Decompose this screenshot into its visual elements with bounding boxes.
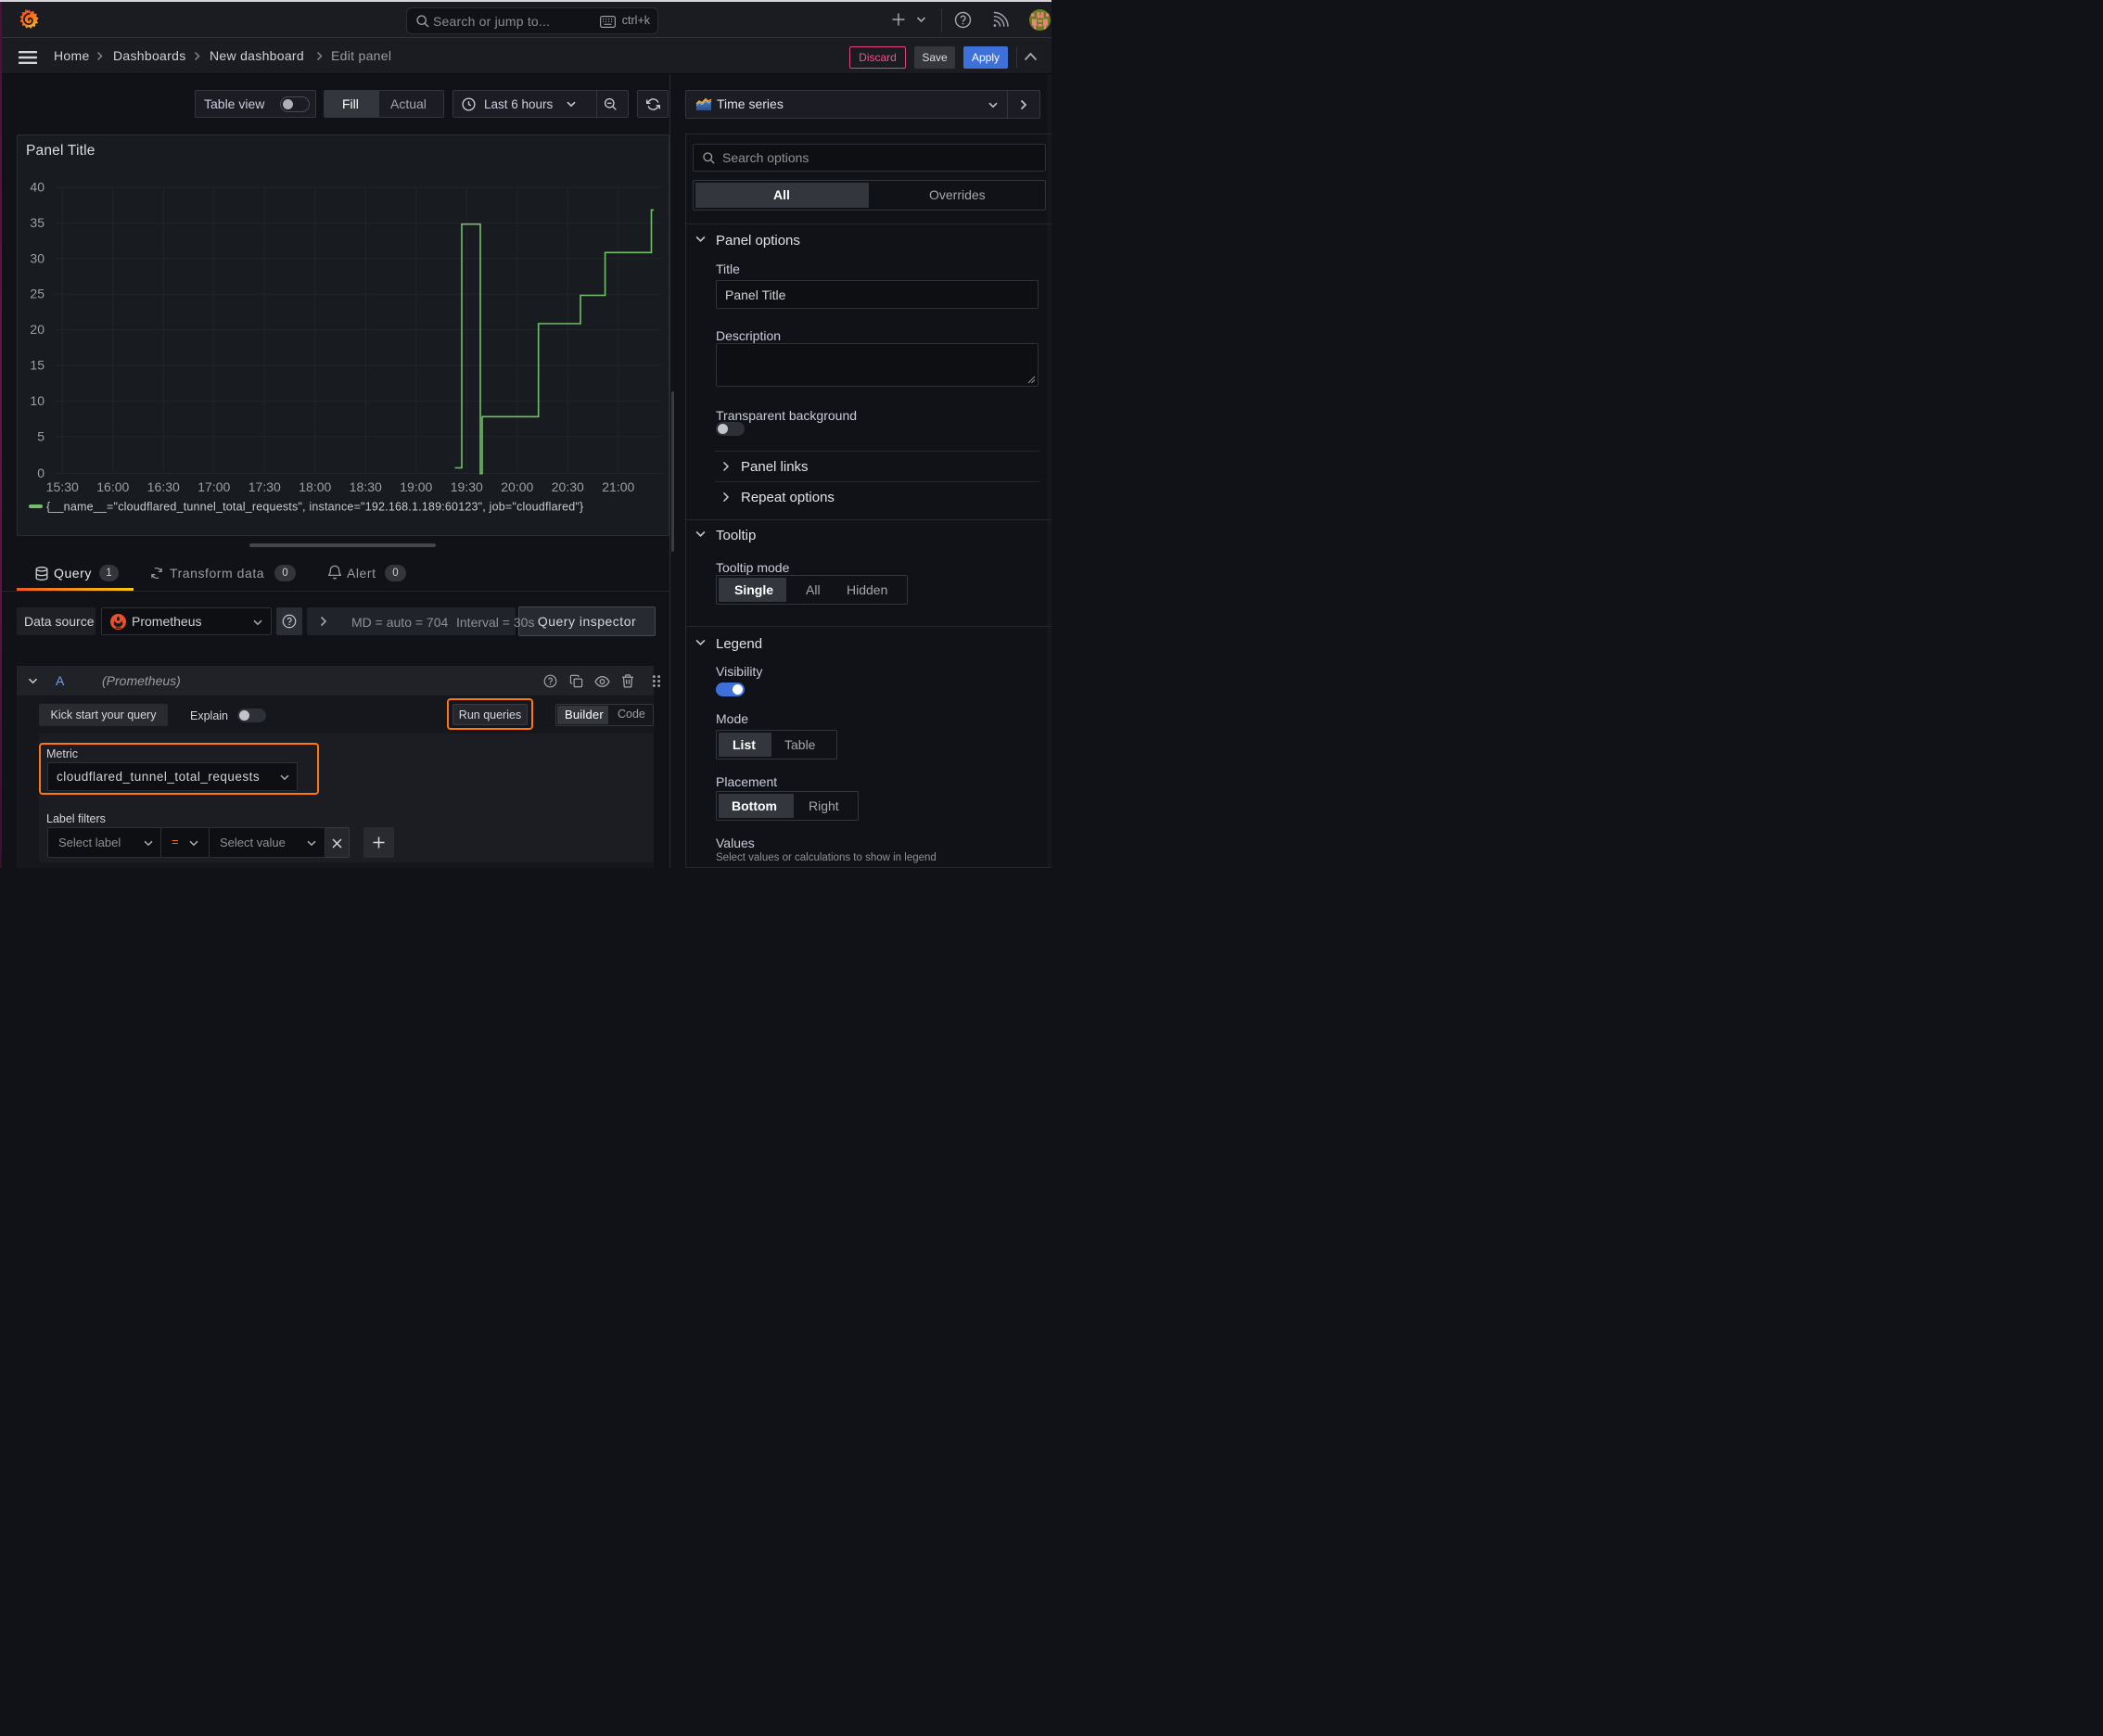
svg-text:5: 5: [37, 428, 45, 443]
svg-text:19:00: 19:00: [400, 479, 432, 494]
svg-text:19:30: 19:30: [451, 479, 483, 494]
svg-text:18:00: 18:00: [299, 479, 331, 494]
svg-text:20: 20: [30, 322, 45, 337]
svg-text:17:00: 17:00: [198, 479, 230, 494]
svg-text:16:30: 16:30: [147, 479, 180, 494]
svg-text:0: 0: [37, 466, 45, 480]
svg-text:20:30: 20:30: [552, 479, 584, 494]
svg-text:16:00: 16:00: [96, 479, 129, 494]
svg-text:20:00: 20:00: [501, 479, 533, 494]
svg-text:17:30: 17:30: [249, 479, 281, 494]
svg-text:10: 10: [30, 393, 45, 408]
svg-text:30: 30: [30, 250, 45, 265]
svg-text:40: 40: [30, 180, 45, 195]
svg-text:{__name__="cloudflared_tunnel_: {__name__="cloudflared_tunnel_total_requ…: [46, 501, 583, 514]
svg-text:25: 25: [30, 287, 45, 301]
svg-text:21:00: 21:00: [602, 479, 634, 494]
svg-text:35: 35: [30, 215, 45, 230]
svg-text:18:30: 18:30: [350, 479, 382, 494]
svg-text:15: 15: [30, 358, 45, 373]
svg-text:15:30: 15:30: [46, 479, 79, 494]
